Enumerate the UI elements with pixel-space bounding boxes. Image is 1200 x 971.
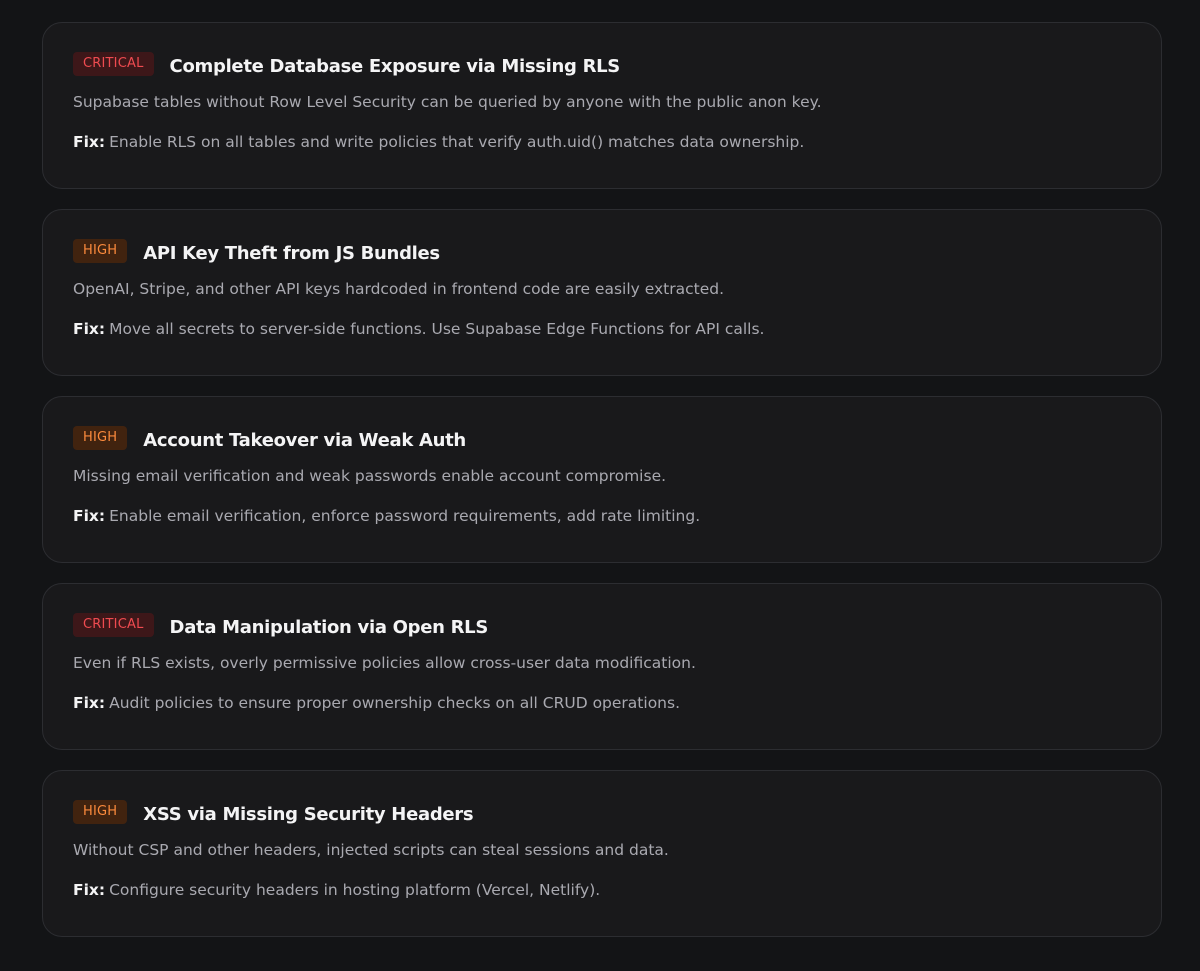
vulnerability-card: CRITICAL Data Manipulation via Open RLS … bbox=[42, 583, 1162, 750]
fix-label: Fix: bbox=[73, 320, 106, 338]
card-header: CRITICAL Data Manipulation via Open RLS bbox=[73, 613, 1131, 640]
card-header: CRITICAL Complete Database Exposure via … bbox=[73, 52, 1131, 79]
fix-text: Move all secrets to server-side function… bbox=[109, 320, 765, 338]
fix-line: Fix: Enable RLS on all tables and write p… bbox=[73, 131, 1131, 153]
card-header: HIGH Account Takeover via Weak Auth bbox=[73, 426, 1131, 453]
vulnerability-list: CRITICAL Complete Database Exposure via … bbox=[42, 22, 1162, 957]
vulnerability-card: CRITICAL Complete Database Exposure via … bbox=[42, 22, 1162, 189]
severity-badge: HIGH bbox=[73, 239, 128, 263]
vulnerability-card: HIGH API Key Theft from JS Bundles OpenA… bbox=[42, 209, 1162, 376]
fix-line: Fix: Configure security headers in hostin… bbox=[73, 879, 1131, 901]
vulnerability-title: Data Manipulation via Open RLS bbox=[169, 616, 489, 638]
vulnerability-card: HIGH Account Takeover via Weak Auth Miss… bbox=[42, 396, 1162, 563]
fix-label: Fix: bbox=[73, 881, 106, 899]
vulnerability-title: API Key Theft from JS Bundles bbox=[143, 242, 440, 264]
vulnerability-description: Missing email verification and weak pass… bbox=[73, 467, 667, 485]
fix-label: Fix: bbox=[73, 507, 106, 525]
fix-label: Fix: bbox=[73, 694, 106, 712]
vulnerability-description: Supabase tables without Row Level Securi… bbox=[73, 93, 822, 111]
fix-text: Configure security headers in hosting pl… bbox=[109, 881, 601, 899]
fix-line: Fix: Audit policies to ensure proper owne… bbox=[73, 692, 1131, 714]
card-header: HIGH API Key Theft from JS Bundles bbox=[73, 239, 1131, 266]
fix-text: Audit policies to ensure proper ownershi… bbox=[109, 694, 680, 712]
severity-badge: CRITICAL bbox=[73, 613, 154, 637]
fix-line: Fix: Enable email verification, enforce p… bbox=[73, 505, 1131, 527]
fix-text: Enable RLS on all tables and write polic… bbox=[109, 133, 805, 151]
vulnerability-description: Without CSP and other headers, injected … bbox=[73, 841, 669, 859]
severity-badge: HIGH bbox=[73, 426, 128, 450]
vulnerability-description: Even if RLS exists, overly permissive po… bbox=[73, 654, 696, 672]
vulnerability-title: XSS via Missing Security Headers bbox=[143, 803, 474, 825]
fix-line: Fix: Move all secrets to server-side func… bbox=[73, 318, 1131, 340]
fix-label: Fix: bbox=[73, 133, 106, 151]
vulnerability-description: OpenAI, Stripe, and other API keys hardc… bbox=[73, 280, 725, 298]
card-header: HIGH XSS via Missing Security Headers bbox=[73, 800, 1131, 827]
vulnerability-card: HIGH XSS via Missing Security Headers Wi… bbox=[42, 770, 1162, 937]
severity-badge: HIGH bbox=[73, 800, 128, 824]
vulnerability-title: Account Takeover via Weak Auth bbox=[143, 429, 466, 451]
severity-badge: CRITICAL bbox=[73, 52, 154, 76]
fix-text: Enable email verification, enforce passw… bbox=[109, 507, 701, 525]
vulnerability-title: Complete Database Exposure via Missing R… bbox=[169, 55, 621, 77]
